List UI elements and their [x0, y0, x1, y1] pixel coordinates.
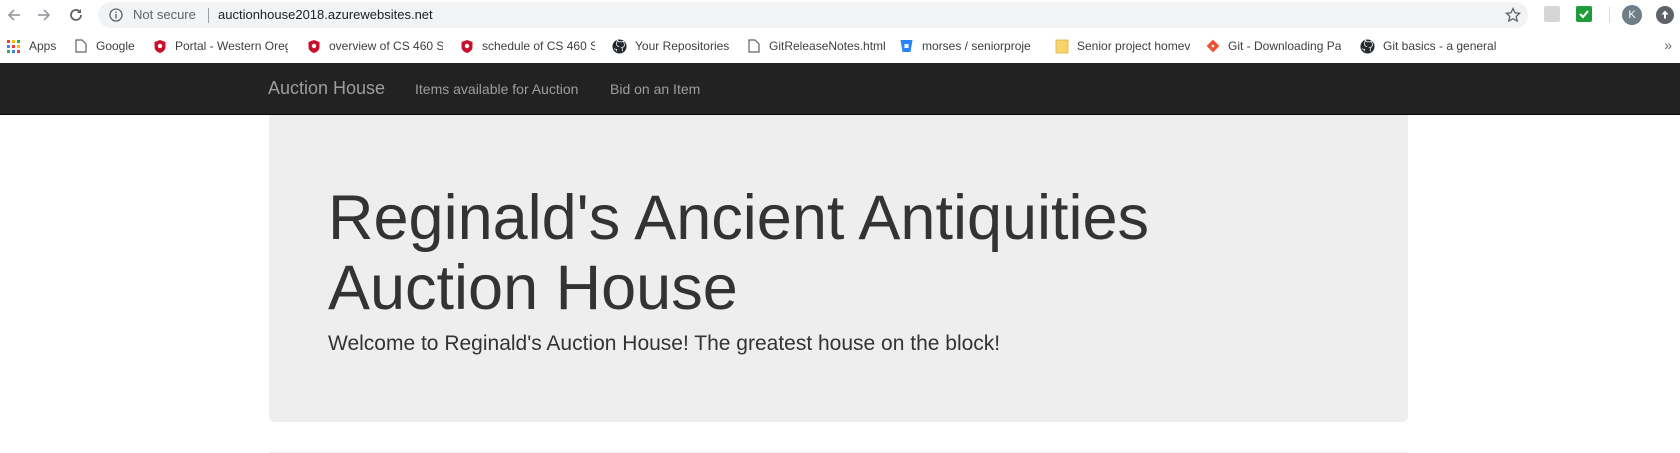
reload-icon[interactable]	[64, 3, 88, 27]
jumbotron: Reginald's Ancient Antiquities Auction H…	[269, 115, 1408, 422]
wou-shield-icon	[459, 39, 474, 54]
bookmark-git-downloading[interactable]: Git - Downloading Pa	[1205, 37, 1344, 55]
url-text[interactable]: auctionhouse2018.azurewebsites.net	[218, 7, 433, 22]
bookmark-overview-cs460[interactable]: overview of CS 460 S	[306, 37, 443, 55]
navbar-brand[interactable]: Auction House	[268, 78, 385, 99]
bookmark-portal[interactable]: Portal - Western Oreg	[152, 37, 288, 55]
site-navbar: Auction House Items available for Auctio…	[0, 63, 1680, 115]
nav-items-available[interactable]: Items available for Auction	[415, 81, 578, 97]
back-icon[interactable]	[2, 3, 26, 27]
bookmark-label: Your Repositories	[635, 39, 730, 53]
bookmark-label: morses / seniorproje	[922, 39, 1031, 53]
bookmark-apps[interactable]: Apps	[6, 37, 58, 55]
page-icon	[746, 39, 761, 54]
omnibox-divider	[208, 8, 209, 23]
github-icon	[612, 38, 627, 54]
bookmark-morses-seniorproject[interactable]: morses / seniorproje	[899, 37, 1037, 55]
page-title: Reginald's Ancient Antiquities Auction H…	[328, 183, 1150, 323]
welcome-lead: Welcome to Reginald's Auction House! The…	[328, 332, 1001, 355]
apps-grid-icon	[6, 39, 21, 54]
bookmark-label: GitReleaseNotes.html	[769, 39, 886, 53]
wou-shield-icon	[152, 39, 167, 54]
bookmark-schedule-cs460[interactable]: schedule of CS 460 S	[459, 37, 595, 55]
pdf-extension-icon[interactable]	[1544, 6, 1560, 22]
profile-avatar[interactable]: K	[1622, 5, 1642, 25]
bookmark-label: schedule of CS 460 S	[482, 39, 595, 53]
address-bar[interactable]: Not secure auctionhouse2018.azurewebsite…	[98, 2, 1528, 28]
bookmark-label: Apps	[29, 39, 57, 53]
bookmark-git-release-notes[interactable]: GitReleaseNotes.html	[746, 37, 886, 55]
bookmark-star-icon[interactable]	[1504, 6, 1522, 23]
git-icon	[1205, 39, 1220, 54]
check-extension-icon[interactable]	[1576, 6, 1592, 22]
bookmark-git-basics[interactable]: Git basics - a general	[1360, 37, 1498, 55]
forward-icon[interactable]	[32, 3, 56, 27]
bookmark-label: overview of CS 460 S	[329, 39, 443, 53]
wou-shield-icon	[306, 39, 321, 54]
bookmark-label: Portal - Western Oreg	[175, 39, 288, 53]
nav-bid-on-item[interactable]: Bid on an Item	[610, 81, 700, 97]
security-label[interactable]: Not secure	[133, 7, 196, 22]
bookmark-label: Senior project homev	[1077, 39, 1191, 53]
bookmark-label: Git basics - a general	[1383, 39, 1497, 53]
page-icon	[73, 39, 88, 54]
toolbar-separator	[1609, 7, 1610, 23]
bookmark-label: Git - Downloading Pa	[1228, 39, 1342, 53]
bookmark-google[interactable]: Google	[73, 37, 141, 55]
browser-toolbar: Not secure auctionhouse2018.azurewebsite…	[0, 0, 1680, 30]
bookmarks-overflow-icon[interactable]: »	[1664, 37, 1672, 53]
bookmark-your-repositories[interactable]: Your Repositories	[612, 37, 732, 55]
bitbucket-icon	[899, 39, 914, 54]
github-icon	[1360, 38, 1375, 54]
update-icon[interactable]	[1656, 6, 1674, 24]
bookmarks-bar: Apps Google Portal - Western Oreg overvi…	[0, 32, 1680, 60]
bookmark-label: Google	[96, 39, 135, 53]
folder-icon	[1054, 39, 1069, 54]
info-icon[interactable]	[109, 8, 123, 22]
bookmark-senior-project-home[interactable]: Senior project homev	[1054, 37, 1204, 55]
